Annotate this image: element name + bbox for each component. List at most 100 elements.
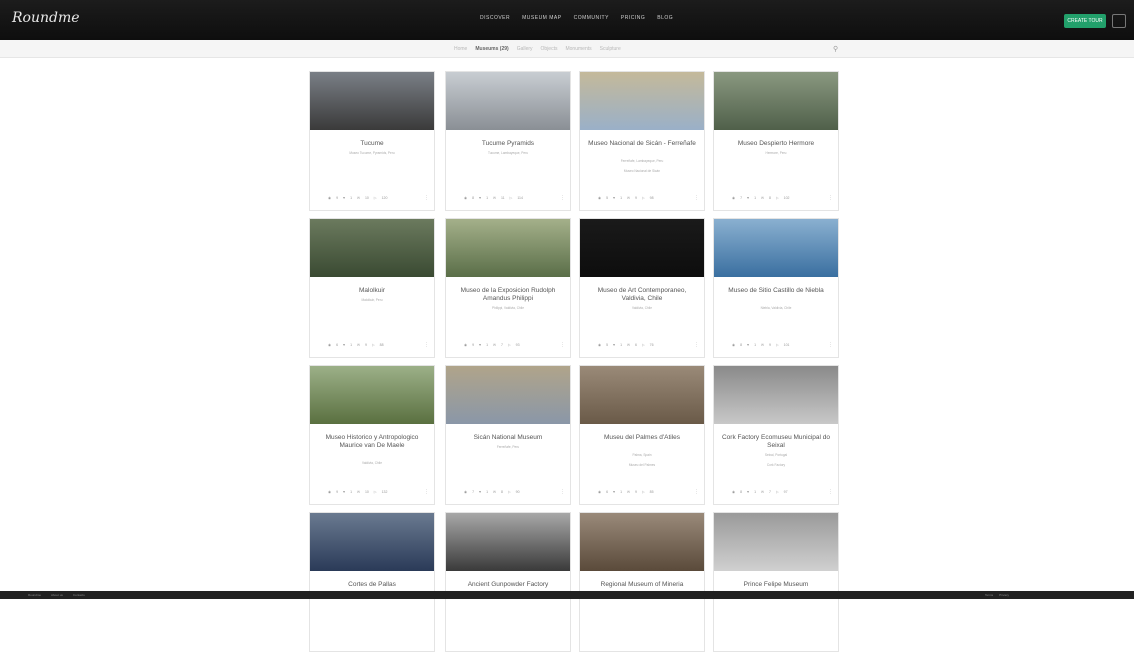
tour-card[interactable]: Museo Nacional de Sicán - Ferreñafe Ferre…	[579, 71, 705, 211]
likes-count: 1	[350, 343, 353, 347]
tour-card[interactable]: Tucume Pyramids Tucume, Lambayeque, Peru ◉…	[445, 71, 571, 211]
tour-card[interactable]: Cortes de Pallas	[309, 512, 435, 652]
tour-title[interactable]: Malolkuir	[316, 287, 428, 295]
views-icon: ◉	[328, 490, 332, 494]
tour-card[interactable]: Tucume Museo Tucume, Pyramids, Peru ◉ 9 ♥ 1 ✉ 1…	[309, 71, 435, 211]
more-options-icon[interactable]: ⋮	[828, 195, 833, 201]
tour-thumbnail[interactable]	[580, 72, 704, 130]
tour-title[interactable]: Prince Felipe Museum	[720, 581, 832, 589]
tour-card[interactable]: Malolkuir Malolkuir, Peru ◉ 6 ♥ 1 ✉ 9 ▷ 88 ⋮	[309, 218, 435, 358]
tour-card[interactable]: Museo Historico y Antropologico Maurice …	[309, 365, 435, 505]
more-options-icon[interactable]: ⋮	[560, 489, 565, 495]
filter-monuments[interactable]: Monuments	[565, 46, 591, 52]
scenes-count: 101	[783, 343, 790, 347]
tour-title[interactable]: Museo Historico y Antropologico Maurice …	[316, 434, 428, 450]
tour-thumbnail[interactable]	[580, 513, 704, 571]
footer-link-privacy[interactable]: Privacy	[999, 593, 1009, 597]
views-count: 8	[740, 490, 743, 494]
tour-thumbnail[interactable]	[446, 219, 570, 277]
tour-location: Ferreñafe, Peru	[496, 445, 520, 449]
more-options-icon[interactable]: ⋮	[560, 342, 565, 348]
footer-link-roundme[interactable]: Roundme	[28, 593, 41, 597]
more-options-icon[interactable]: ⋮	[828, 342, 833, 348]
tour-title[interactable]: Cork Factory Ecomuseu Municipal do Seixa…	[720, 434, 832, 450]
tour-thumbnail[interactable]	[580, 219, 704, 277]
tour-thumbnail[interactable]	[714, 513, 838, 571]
views-icon: ◉	[732, 490, 736, 494]
search-icon[interactable]: ⚲	[833, 45, 838, 53]
tour-title[interactable]: Regional Museum of Mineria	[586, 581, 698, 589]
more-options-icon[interactable]: ⋮	[694, 342, 699, 348]
nav-pricing[interactable]: PRICING	[621, 15, 645, 21]
tour-title[interactable]: Museu del Palmes d'Atiles	[586, 434, 698, 442]
comments-count: 9	[634, 490, 637, 494]
comments-icon: ✉	[627, 196, 630, 200]
filter-sculpture[interactable]: Sculpture	[600, 46, 621, 52]
tour-thumbnail[interactable]	[310, 366, 434, 424]
filter-home[interactable]: Home	[454, 46, 467, 52]
tour-card[interactable]: Museo Despierto Hermore Hermore, Peru ◉ 7 ♥ 1…	[713, 71, 839, 211]
footer-link-terms[interactable]: Terms	[985, 593, 993, 597]
tour-title[interactable]: Tucume	[316, 140, 428, 148]
roundme-logo[interactable]: Roundme	[12, 10, 80, 26]
tour-thumbnail[interactable]	[310, 72, 434, 130]
tour-title[interactable]: Museo Nacional de Sicán - Ferreñafe	[586, 140, 698, 148]
tour-title[interactable]: Museo de Art Contemporaneo, Valdivia, Ch…	[586, 287, 698, 303]
filter-museums[interactable]: Museums (29)	[475, 46, 508, 52]
tour-thumbnail[interactable]	[580, 366, 704, 424]
comments-icon: ✉	[493, 343, 496, 347]
more-options-icon[interactable]: ⋮	[694, 195, 699, 201]
tour-card[interactable]: Museo de Sitio Castillo de Niebla Niebla,…	[713, 218, 839, 358]
footer-link-about[interactable]: About us	[51, 593, 63, 597]
tour-title[interactable]: Cortes de Pallas	[316, 581, 428, 589]
tour-title[interactable]: Museo de Sitio Castillo de Niebla	[720, 287, 832, 295]
nav-discover[interactable]: DISCOVER	[480, 15, 510, 21]
more-options-icon[interactable]: ⋮	[694, 489, 699, 495]
tour-thumbnail[interactable]	[714, 366, 838, 424]
tour-thumbnail[interactable]	[446, 72, 570, 130]
nav-museum-map[interactable]: MUSEUM MAP	[522, 15, 561, 21]
footer-link-contacts[interactable]: Contacts	[73, 593, 85, 597]
tour-thumbnail[interactable]	[714, 219, 838, 277]
tour-title[interactable]: Sicán National Museum	[452, 434, 564, 442]
views-icon: ◉	[464, 196, 468, 200]
filter-gallery[interactable]: Gallery	[517, 46, 533, 52]
more-options-icon[interactable]: ⋮	[828, 489, 833, 495]
more-options-icon[interactable]: ⋮	[424, 195, 429, 201]
views-count: 8	[472, 196, 475, 200]
more-options-icon[interactable]: ⋮	[560, 195, 565, 201]
tour-thumbnail[interactable]	[714, 72, 838, 130]
tour-card[interactable]: Sicán National Museum Ferreñafe, Peru ◉ 7 ♥ 1…	[445, 365, 571, 505]
scenes-count: 102	[783, 196, 790, 200]
nav-blog[interactable]: BLOG	[657, 15, 673, 21]
tour-location: Ferreñafe, Lambayeque, Peru	[620, 159, 664, 163]
tour-card[interactable]: Ancient Gunpowder Factory	[445, 512, 571, 652]
tour-title[interactable]: Tucume Pyramids	[452, 140, 564, 148]
tour-card[interactable]: Regional Museum of Mineria	[579, 512, 705, 652]
tour-card[interactable]: Museo de Art Contemporaneo, Valdivia, Ch…	[579, 218, 705, 358]
tour-card[interactable]: Cork Factory Ecomuseu Municipal do Seixa…	[713, 365, 839, 505]
views-count: 6	[336, 343, 339, 347]
tour-card[interactable]: Museo de la Exposicion Rudolph Amandus P…	[445, 218, 571, 358]
tour-thumbnail[interactable]	[446, 366, 570, 424]
tour-thumbnail[interactable]	[446, 513, 570, 571]
scenes-icon: ▷	[373, 196, 377, 200]
tour-stats: ◉ 8 ♥ 1 ✉ 9 ▷ 101	[732, 343, 822, 347]
tour-card[interactable]: Museu del Palmes d'Atiles Palma, Spain Mus…	[579, 365, 705, 505]
create-tour-button[interactable]: CREATE TOUR	[1064, 14, 1106, 28]
more-options-icon[interactable]: ⋮	[424, 489, 429, 495]
tour-stats: ◉ 6 ♥ 1 ✉ 9 ▷ 88	[328, 343, 418, 347]
filter-objects[interactable]: Objects	[541, 46, 558, 52]
tour-title[interactable]: Museo Despierto Hermore	[720, 140, 832, 148]
tour-title[interactable]: Museo de la Exposicion Rudolph Amandus P…	[452, 287, 564, 303]
user-icon[interactable]	[1112, 14, 1126, 28]
tour-thumbnail[interactable]	[310, 219, 434, 277]
tour-card[interactable]: Prince Felipe Museum	[713, 512, 839, 652]
nav-community[interactable]: COMMUNITY	[574, 15, 609, 21]
tour-thumbnail[interactable]	[310, 513, 434, 571]
tour-location: Malolkuir, Peru	[361, 298, 383, 302]
more-options-icon[interactable]: ⋮	[424, 342, 429, 348]
tour-stats: ◉ 7 ♥ 1 ✉ 8 ▷ 90	[464, 490, 554, 494]
tour-title[interactable]: Ancient Gunpowder Factory	[452, 581, 564, 589]
likes-count: 1	[350, 490, 353, 494]
